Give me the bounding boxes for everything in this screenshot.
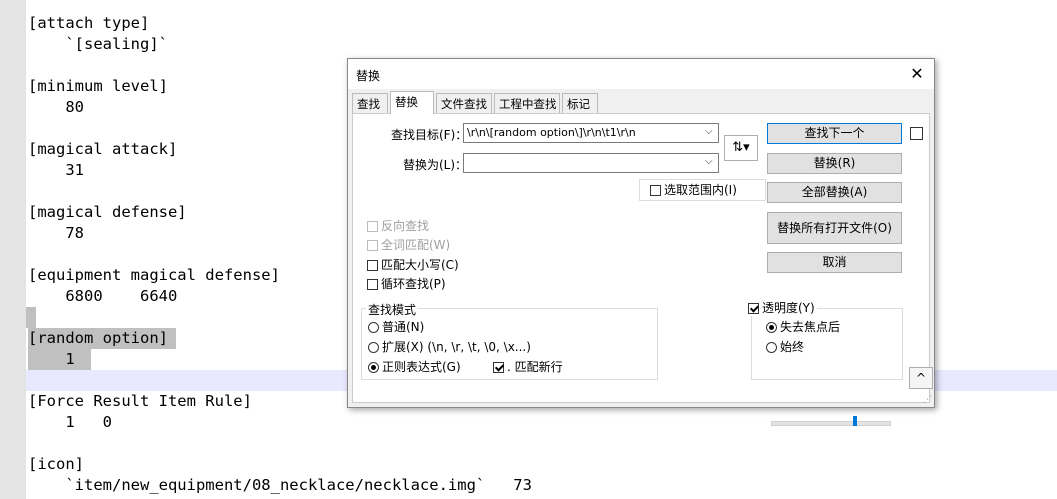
editor-line-selected: 1 xyxy=(28,349,91,370)
in-selection-group: 选取范围内(I) xyxy=(639,179,766,201)
editor-line: 1 0 xyxy=(28,413,112,431)
mode-regex-label: 正则表达式(G) xyxy=(382,360,461,374)
whole-word-checkbox[interactable]: 全词匹配(W) xyxy=(367,237,450,253)
dot-matches-newline-label: . 匹配新行 xyxy=(507,360,563,374)
editor-line: 80 xyxy=(28,98,84,116)
editor-line: `item/new_equipment/08_necklace/necklace… xyxy=(28,476,532,494)
radio-icon xyxy=(368,342,379,353)
radio-selected-icon xyxy=(368,362,379,373)
replace-label: 替换为(L)： xyxy=(403,158,468,172)
replace-button[interactable]: 替换(R) xyxy=(767,153,902,174)
transparency-label: 透明度(Y) xyxy=(762,301,815,315)
editor-gutter xyxy=(0,0,26,499)
always-label: 始终 xyxy=(780,340,805,354)
checkbox-icon xyxy=(650,185,661,196)
search-mode-title: 查找模式 xyxy=(366,301,419,318)
swap-arrows-icon: ⇅▾ xyxy=(732,140,750,155)
editor-line-selected: [random option] xyxy=(28,328,176,349)
find-input[interactable]: \r\n\[random option\]\r\n\t1\r\n ⌵ xyxy=(463,123,719,143)
mode-extended-radio[interactable]: 扩展(X) (\n, \r, \t, \0, \x...) xyxy=(368,339,531,355)
mode-regex-radio[interactable]: 正则表达式(G) xyxy=(368,359,461,375)
editor-line: [equipment magical defense] xyxy=(28,266,280,284)
on-lose-focus-label: 失去焦点后 xyxy=(780,320,841,334)
mode-normal-radio[interactable]: 普通(N) xyxy=(368,319,424,335)
find-next-button[interactable]: 查找下一个 xyxy=(767,123,902,144)
mode-extended-label: 扩展(X) (\n, \r, \t, \0, \x...) xyxy=(382,340,531,354)
selection-highlight xyxy=(26,307,36,328)
match-case-checkbox[interactable]: 匹配大小写(C) xyxy=(367,257,459,273)
dialog-title: 替换 xyxy=(356,69,381,83)
radio-selected-icon xyxy=(766,322,777,333)
tab-find[interactable]: 查找 xyxy=(352,93,388,113)
in-selection-checkbox[interactable]: 选取范围内(I) xyxy=(650,182,737,198)
wrap-around-label: 循环查找(P) xyxy=(381,277,446,291)
editor-line: [magical defense] xyxy=(28,203,187,221)
dot-matches-newline-checkbox[interactable]: . 匹配新行 xyxy=(493,359,563,375)
transparency-checkbox[interactable]: 透明度(Y) xyxy=(746,300,817,316)
replace-all-open-files-button[interactable]: 替换所有打开文件(O) xyxy=(767,212,902,244)
collapse-button[interactable]: ^ xyxy=(909,367,933,389)
editor-line: [attach type] xyxy=(28,14,150,32)
checkbox-checked-icon xyxy=(748,303,759,314)
backward-checkbox[interactable]: 反向查找 xyxy=(367,218,429,234)
in-selection-label: 选取范围内(I) xyxy=(664,183,737,197)
checkbox-icon xyxy=(367,279,378,290)
replace-all-button[interactable]: 全部替换(A) xyxy=(767,182,902,203)
search-mode-group: 查找模式 普通(N) 扩展(X) (\n, \r, \t, \0, \x...)… xyxy=(361,301,658,380)
find-input-value: \r\n\[random option\]\r\n\t1\r\n xyxy=(467,126,636,139)
wrap-around-checkbox[interactable]: 循环查找(P) xyxy=(367,276,446,292)
find-label: 查找目标(F)： xyxy=(391,128,468,142)
replace-panel: 查找目标(F)： \r\n\[random option\]\r\n\t1\r\… xyxy=(352,113,933,426)
transparency-slider[interactable] xyxy=(771,421,891,426)
always-radio[interactable]: 始终 xyxy=(766,339,804,355)
editor-line: 31 xyxy=(28,161,84,179)
radio-icon xyxy=(368,322,379,333)
editor-line: [icon] xyxy=(28,455,84,473)
match-case-label: 匹配大小写(C) xyxy=(381,258,459,272)
radio-icon xyxy=(766,342,777,353)
mode-normal-label: 普通(N) xyxy=(382,320,425,334)
on-lose-focus-radio[interactable]: 失去焦点后 xyxy=(766,319,840,335)
tab-find-in-projects[interactable]: 工程中查找 xyxy=(494,93,560,113)
checkbox-icon xyxy=(367,221,378,232)
chevron-up-icon: ^ xyxy=(915,371,927,385)
checkbox-icon xyxy=(367,260,378,271)
replace-dialog: 替换 ✕ 查找 替换 文件查找 工程中查找 标记 查找目标(F)： \r\n\[… xyxy=(347,58,935,426)
chevron-down-icon[interactable]: ⌵ xyxy=(705,156,715,170)
swap-find-replace-button[interactable]: ⇅▾ xyxy=(724,135,758,161)
editor-line: 6800 6640 xyxy=(28,287,178,305)
resize-grip-icon[interactable]: ⋰ xyxy=(923,395,932,405)
tab-mark[interactable]: 标记 xyxy=(562,93,598,113)
checkbox-icon xyxy=(367,240,378,251)
close-button[interactable]: ✕ xyxy=(906,63,928,85)
whole-word-label: 全词匹配(W) xyxy=(381,238,451,252)
cancel-button[interactable]: 取消 xyxy=(767,252,902,273)
tab-find-in-files[interactable]: 文件查找 xyxy=(436,93,492,113)
transparency-group: 透明度(Y) 失去焦点后 始终 xyxy=(746,300,903,380)
tab-replace[interactable]: 替换 xyxy=(390,91,434,114)
editor-line: `[sealing]` xyxy=(28,35,168,53)
transparency-slider-thumb[interactable] xyxy=(853,416,857,426)
editor-line: [Force Result Item Rule] xyxy=(28,392,252,410)
editor-line: [magical attack] xyxy=(28,140,178,158)
editor-line: 78 xyxy=(28,224,84,242)
dialog-pin-checkbox[interactable] xyxy=(910,127,923,140)
backward-label: 反向查找 xyxy=(381,219,430,233)
checkbox-checked-icon xyxy=(493,362,504,373)
chevron-down-icon[interactable]: ⌵ xyxy=(705,126,715,140)
replace-input[interactable]: ⌵ xyxy=(463,153,719,173)
dialog-titlebar[interactable]: 替换 ✕ xyxy=(348,59,934,89)
editor-line: [minimum level] xyxy=(28,77,168,95)
